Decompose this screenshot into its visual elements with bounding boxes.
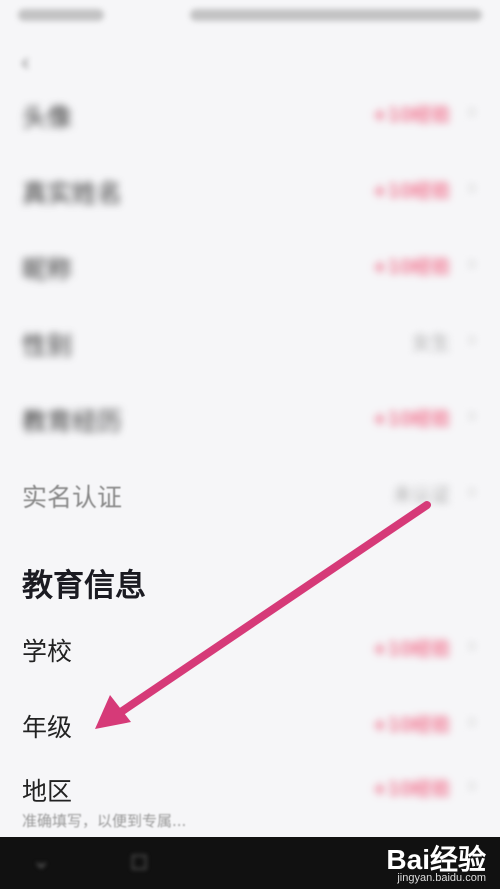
- chevron-right-icon: ›: [468, 479, 476, 503]
- row-label: 实名认证: [22, 483, 123, 512]
- row-value: +10经验: [371, 638, 450, 660]
- row-value: +10经验: [371, 104, 450, 126]
- row-avatar[interactable]: 头像 +10经验 ›: [0, 86, 500, 146]
- row-education-history[interactable]: 教育经历 +10经验 ›: [0, 390, 500, 450]
- row-real-name[interactable]: 真实姓名 +10经验 ›: [0, 162, 500, 222]
- hint-text: 准确填写，以便到专属...: [22, 812, 187, 830]
- row-label: 头像: [22, 103, 73, 132]
- row-gender[interactable]: 性别 女生 ›: [0, 314, 500, 374]
- row-value: +10经验: [371, 714, 450, 736]
- carrier-text: [18, 9, 104, 21]
- row-value: +10经验: [371, 408, 450, 430]
- row-label: 地区: [22, 777, 73, 806]
- row-nickname[interactable]: 昵称 +10经验 ›: [0, 238, 500, 298]
- chevron-right-icon: ›: [468, 633, 476, 657]
- row-value: +10经验: [371, 256, 450, 278]
- row-label: 昵称: [22, 255, 73, 284]
- chevron-right-icon: ›: [468, 251, 476, 275]
- row-real-name-verification[interactable]: 实名认证 未认证 ›: [0, 466, 500, 526]
- row-value: 未认证: [392, 484, 450, 506]
- chevron-right-icon: ›: [468, 175, 476, 199]
- nav-home-icon[interactable]: ◻: [130, 849, 148, 874]
- row-label: 学校: [22, 637, 73, 666]
- chevron-right-icon: ›: [468, 403, 476, 427]
- section-title-education: 教育信息: [22, 568, 146, 604]
- row-value: +10经验: [371, 778, 450, 800]
- chevron-right-icon: ›: [468, 709, 476, 733]
- status-icons: [190, 9, 482, 21]
- chevron-right-icon: ›: [468, 327, 476, 351]
- row-label: 真实姓名: [22, 179, 123, 208]
- row-label: 性别: [22, 331, 73, 360]
- row-label: 年级: [22, 713, 73, 742]
- status-bar: [0, 0, 500, 34]
- row-value: 女生: [411, 332, 450, 354]
- back-icon[interactable]: ‹: [20, 48, 30, 78]
- row-value: +10经验: [371, 180, 450, 202]
- row-school[interactable]: 学校 +10经验 ›: [0, 620, 500, 680]
- watermark-url: jingyan.baidu.com: [397, 872, 486, 884]
- row-grade[interactable]: 年级 +10经验 ›: [0, 696, 500, 756]
- chevron-right-icon: ›: [468, 99, 476, 123]
- nav-back-icon[interactable]: ⌄: [32, 849, 50, 874]
- row-label: 教育经历: [22, 407, 123, 436]
- chevron-right-icon: ›: [468, 773, 476, 797]
